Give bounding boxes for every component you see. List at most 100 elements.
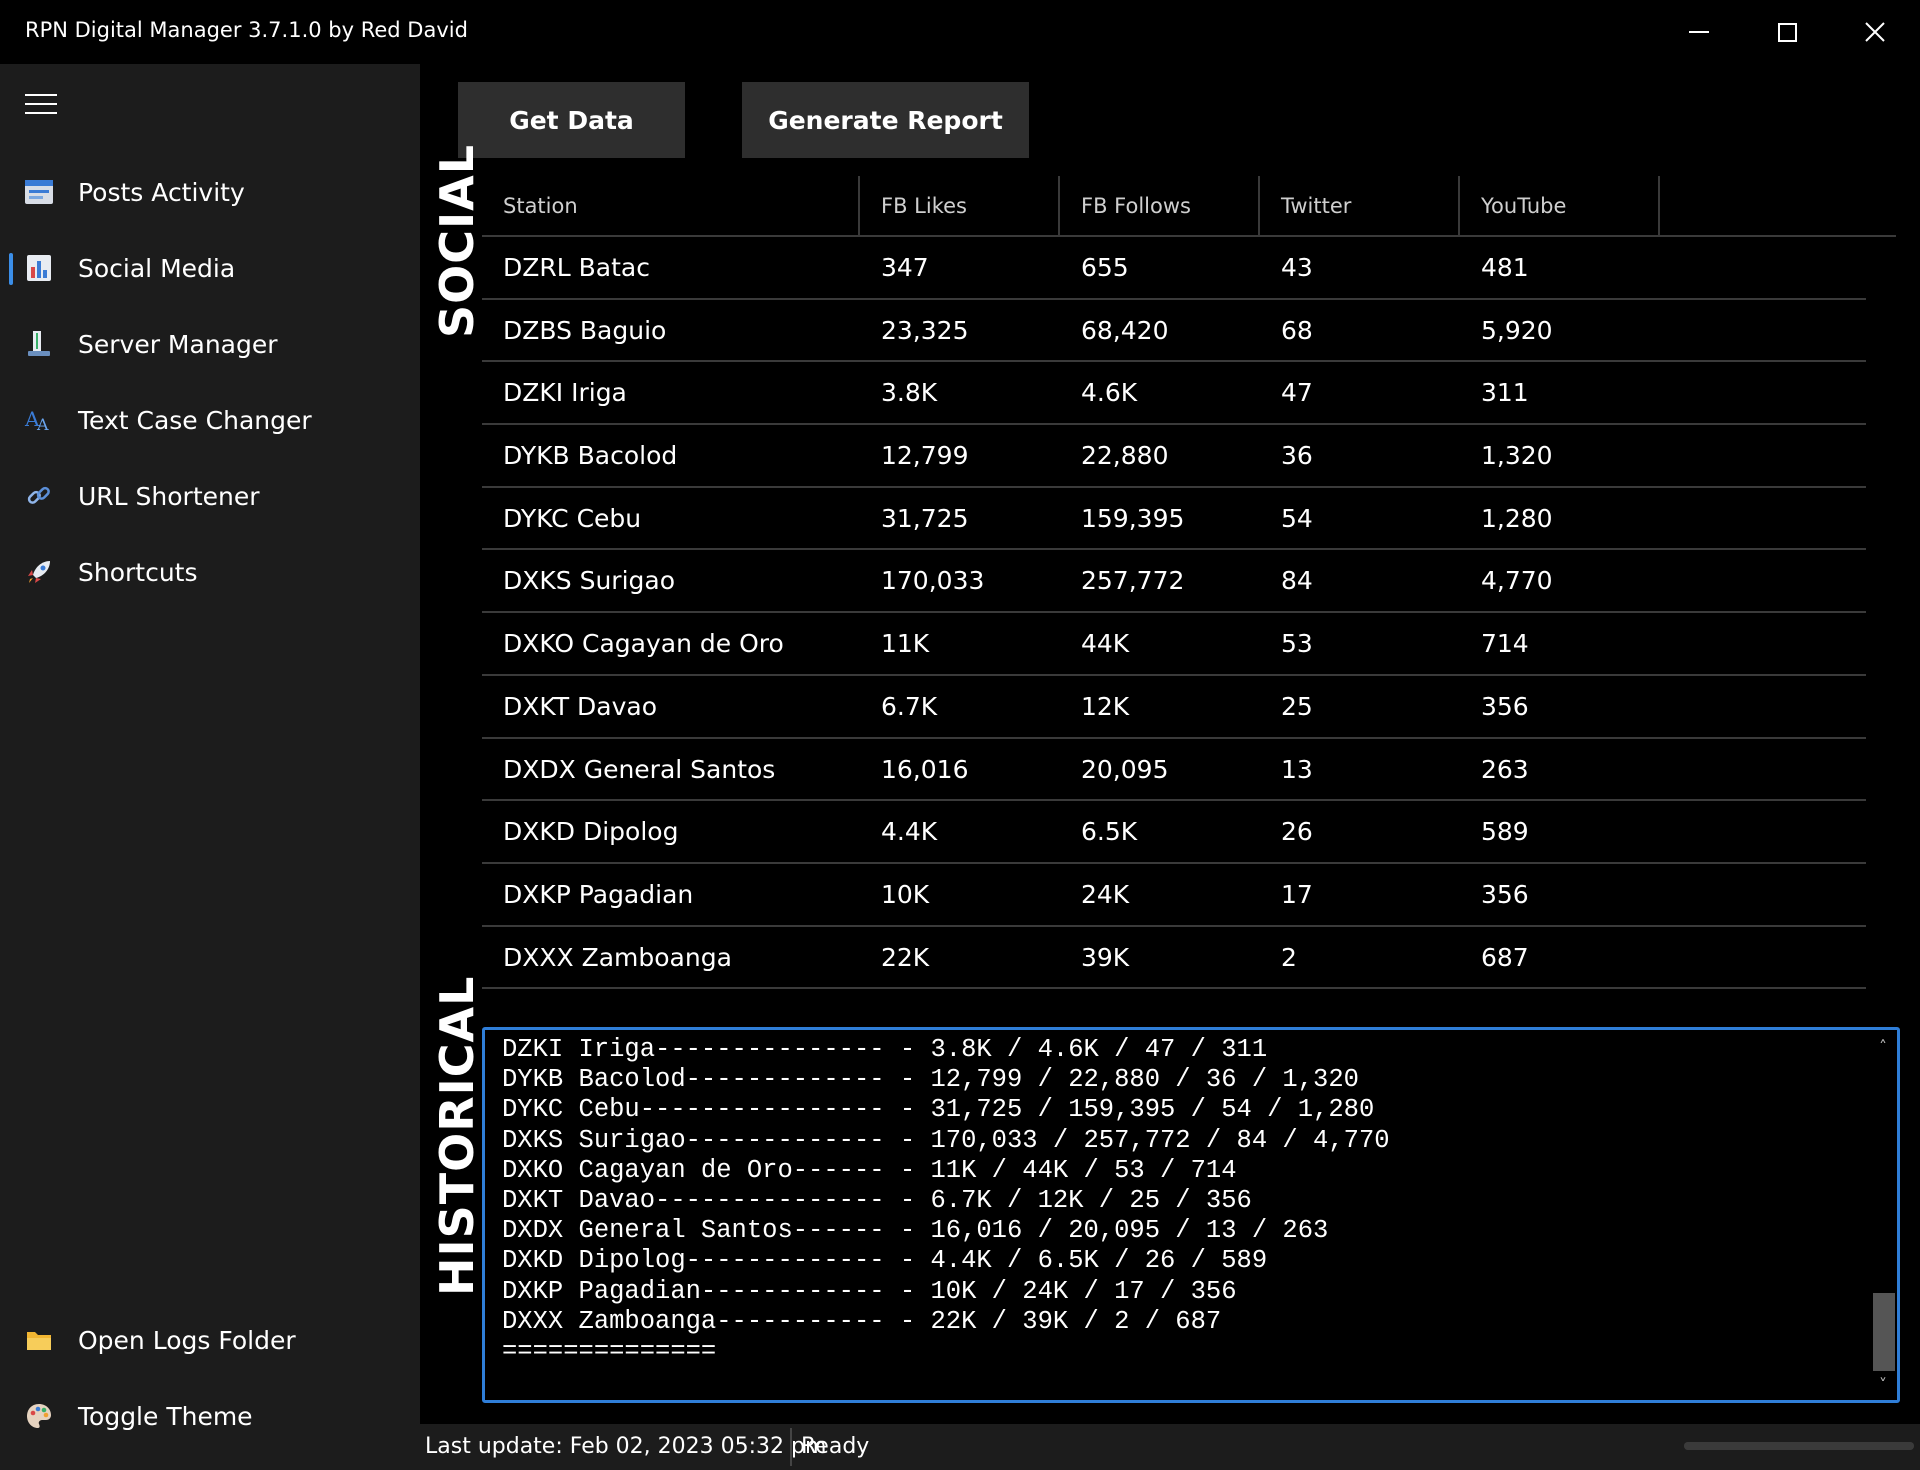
table-cell: DYKB Bacolod — [503, 441, 678, 471]
sidebar-item-shortcuts[interactable]: Shortcuts — [0, 540, 420, 604]
table-row[interactable]: DXKT Davao 6.7K 12K 25 356 — [482, 676, 1866, 739]
sidebar: Posts Activity Social Media Server Manag… — [0, 64, 420, 1470]
social-data-grid[interactable]: Station FB Likes FB Follows Twitter YouT… — [482, 176, 1896, 990]
table-row[interactable]: DYKC Cebu 31,725 159,395 54 1,280 — [482, 488, 1866, 551]
table-cell: 257,772 — [1081, 566, 1185, 596]
historical-section-label: HISTORICAL — [430, 975, 484, 1296]
table-row[interactable]: DXXX Zamboanga 22K 39K 2 687 — [482, 927, 1866, 990]
table-cell: 2 — [1281, 942, 1297, 972]
table-cell: 10K — [881, 879, 930, 909]
table-cell: 25 — [1281, 691, 1313, 721]
rocket-icon — [24, 557, 54, 587]
table-cell: 356 — [1481, 879, 1529, 909]
table-cell: 39K — [1081, 942, 1130, 972]
table-cell: 4.4K — [881, 817, 938, 847]
toggle-theme-button[interactable]: Toggle Theme — [0, 1384, 420, 1448]
table-cell: 4,770 — [1481, 566, 1553, 596]
palette-icon — [24, 1401, 54, 1431]
generate-report-button[interactable]: Generate Report — [742, 82, 1029, 158]
sidebar-item-server-manager[interactable]: Server Manager — [0, 312, 420, 376]
scroll-down-icon[interactable]: ˅ — [1869, 1370, 1897, 1398]
last-update-text: Last update: Feb 02, 2023 05:32 pm — [425, 1434, 827, 1459]
log-line: DXXX Zamboanga----------- - 22K / 39K / … — [502, 1306, 1222, 1336]
table-cell: 311 — [1481, 378, 1529, 408]
table-cell: 84 — [1281, 566, 1313, 596]
title-bar: RPN Digital Manager 3.7.1.0 by Red David — [0, 0, 1920, 64]
log-line: DYKC Cebu---------------- - 31,725 / 159… — [502, 1095, 1375, 1125]
table-row[interactable]: DYKB Bacolod 12,799 22,880 36 1,320 — [482, 425, 1866, 488]
table-cell: 12,799 — [881, 441, 969, 471]
sidebar-item-text-case-changer[interactable]: AA Text Case Changer — [0, 388, 420, 452]
table-cell: DXKT Davao — [503, 691, 658, 721]
scroll-up-icon[interactable]: ˄ — [1869, 1032, 1897, 1060]
column-header-youtube[interactable]: YouTube — [1460, 176, 1660, 236]
maximize-button[interactable] — [1744, 0, 1830, 64]
minimize-icon — [1689, 31, 1709, 33]
scroll-thumb[interactable] — [1873, 1293, 1895, 1371]
log-line: DZKI Iriga--------------- - 3.8K / 4.6K … — [502, 1035, 1268, 1064]
folder-icon — [24, 1325, 54, 1355]
table-cell: 23,325 — [881, 315, 969, 345]
log-line: DXKP Pagadian------------ - 10K / 24K / … — [502, 1276, 1237, 1306]
table-cell: 589 — [1481, 817, 1529, 847]
table-cell: 53 — [1281, 629, 1313, 659]
sidebar-item-posts-activity[interactable]: Posts Activity — [0, 160, 420, 224]
table-cell: 36 — [1281, 441, 1313, 471]
bar-chart-icon — [24, 253, 54, 283]
table-cell: DZKI Iriga — [503, 378, 627, 408]
window-title: RPN Digital Manager 3.7.1.0 by Red David — [25, 18, 468, 42]
table-cell: 481 — [1481, 253, 1529, 282]
table-cell: 1,320 — [1481, 441, 1553, 471]
log-line: DXDX General Santos------ - 16,016 / 20,… — [502, 1216, 1329, 1246]
column-header-twitter[interactable]: Twitter — [1260, 176, 1460, 236]
table-row[interactable]: DXKD Dipolog 4.4K 6.5K 26 589 — [482, 801, 1866, 864]
get-data-button[interactable]: Get Data — [458, 82, 685, 158]
sidebar-item-url-shortener[interactable]: URL Shortener — [0, 464, 420, 528]
table-row[interactable]: DXKO Cagayan de Oro 11K 44K 53 714 — [482, 613, 1866, 676]
status-divider — [790, 1428, 792, 1466]
table-cell: 714 — [1481, 629, 1529, 659]
active-indicator — [9, 253, 13, 285]
grid-body: DZRL Batac 347 655 43 481 DZBS Baguio 23,325 68… — [482, 237, 1896, 990]
table-row[interactable]: DZKI Iriga 3.8K 4.6K 47 311 — [482, 362, 1866, 426]
table-cell: 68 — [1281, 315, 1313, 345]
table-row[interactable]: DXDX General Santos 16,016 20,095 13 263 — [482, 739, 1866, 802]
table-cell: DXKS Surigao — [503, 566, 676, 596]
table-cell: 4.6K — [1081, 378, 1138, 408]
sidebar-item-social-media[interactable]: Social Media — [0, 236, 420, 300]
table-row[interactable]: DXKP Pagadian 10K 24K 17 356 — [482, 864, 1866, 927]
historical-log-textbox[interactable]: DZKI Iriga--------------- - 3.8K / 4.6K … — [482, 1027, 1900, 1403]
hamburger-menu-icon[interactable] — [25, 94, 57, 114]
table-cell: 12K — [1081, 691, 1130, 721]
table-cell: DYKC Cebu — [503, 503, 642, 533]
column-header-station[interactable]: Station — [482, 176, 860, 236]
log-line: DYKB Bacolod------------- - 12,799 / 22,… — [502, 1065, 1359, 1095]
minimize-button[interactable] — [1656, 0, 1742, 64]
table-row[interactable]: DZRL Batac 347 655 43 481 — [482, 237, 1866, 300]
open-logs-folder-button[interactable]: Open Logs Folder — [0, 1308, 420, 1372]
log-scrollbar[interactable]: ˄ ˅ — [1869, 1030, 1897, 1400]
close-button[interactable] — [1832, 0, 1918, 64]
svg-text:A: A — [36, 415, 49, 434]
column-header-fb-likes[interactable]: FB Likes — [860, 176, 1060, 236]
table-row[interactable]: DZBS Baguio 23,325 68,420 68 5,920 — [482, 300, 1866, 363]
table-cell: DXKP Pagadian — [503, 879, 694, 909]
table-cell: DXKD Dipolog — [503, 817, 679, 847]
table-cell: 170,033 — [881, 566, 985, 596]
link-icon — [24, 481, 54, 511]
table-cell: 1,280 — [1481, 503, 1553, 533]
table-row[interactable]: DXKS Surigao 170,033 257,772 84 4,770 — [482, 550, 1866, 614]
status-state-text: Ready — [801, 1434, 870, 1459]
table-cell: DXDX General Santos — [503, 754, 776, 784]
table-cell: 16,016 — [881, 754, 969, 784]
table-cell: 68,420 — [1081, 315, 1169, 345]
table-cell: 26 — [1281, 817, 1313, 847]
table-cell: 47 — [1281, 378, 1313, 408]
column-header-fb-follows[interactable]: FB Follows — [1060, 176, 1260, 236]
log-line: DXKO Cagayan de Oro------ - 11K / 44K / … — [502, 1155, 1237, 1185]
table-cell: 159,395 — [1081, 503, 1185, 533]
table-cell: DXKO Cagayan de Oro — [503, 629, 784, 659]
social-section-label: SOCIAL — [430, 143, 484, 338]
table-cell: 263 — [1481, 754, 1529, 784]
table-cell: 17 — [1281, 879, 1313, 909]
